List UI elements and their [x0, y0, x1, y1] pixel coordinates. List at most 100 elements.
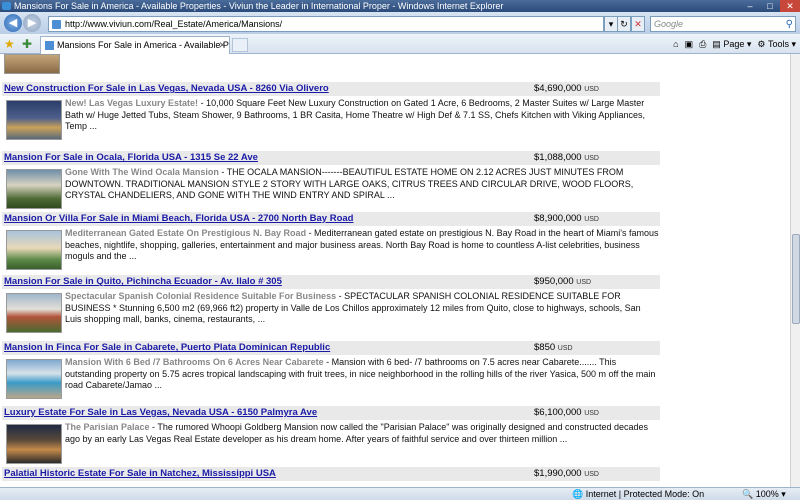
security-zone[interactable]: 🌐 Internet | Protected Mode: On: [572, 488, 704, 500]
listing-price: $1,088,000 USD: [534, 152, 599, 163]
price-value: $850: [534, 342, 556, 353]
vertical-scrollbar[interactable]: [790, 54, 800, 487]
listing-header: Mansion For Sale in Ocala, Florida USA -…: [2, 151, 660, 165]
search-input[interactable]: Google ⚲: [650, 16, 796, 32]
property-thumbnail[interactable]: [6, 230, 62, 270]
stop-button[interactable]: ✕: [631, 16, 645, 32]
zone-label: Internet | Protected Mode: On: [585, 489, 705, 499]
tab-bar: ★ ✚ Mansions For Sale in America - Avail…: [0, 34, 800, 54]
listing-description: Gone With The Wind Ocala Mansion - THE O…: [65, 167, 659, 202]
price-currency: USD: [584, 155, 599, 162]
price-value: $6,100,000: [534, 407, 582, 418]
price-currency: USD: [584, 86, 599, 93]
listing-item: Mansion In Finca For Sale in Cabarete, P…: [2, 341, 660, 407]
address-url: http://www.viviun.com/Real_Estate/Americ…: [65, 19, 283, 29]
listing-price: $850 USD: [534, 342, 573, 353]
listing-subtitle: Mediterranean Gated Estate On Prestigiou…: [65, 228, 307, 238]
price-currency: USD: [557, 345, 573, 352]
price-value: $1,088,000: [534, 152, 582, 163]
address-bar[interactable]: http://www.viviun.com/Real_Estate/Americ…: [48, 16, 604, 32]
tab-mansions[interactable]: Mansions For Sale in America - Available…: [40, 36, 230, 54]
price-currency: USD: [584, 471, 599, 478]
page-icon: [52, 20, 61, 29]
close-window-button[interactable]: ✕: [780, 0, 800, 12]
window-title-bar: Mansions For Sale in America - Available…: [0, 0, 800, 12]
listing-item: Palatial Historic Estate For Sale in Nat…: [2, 467, 660, 481]
listing-subtitle: Mansion With 6 Bed /7 Bathrooms On 6 Acr…: [65, 357, 324, 367]
property-thumbnail[interactable]: [6, 359, 62, 399]
zoom-control[interactable]: 🔍 100% ▾: [742, 488, 786, 500]
ie-app-icon: [2, 2, 11, 10]
listing-subtitle: Gone With The Wind Ocala Mansion: [65, 167, 219, 177]
page-menu[interactable]: ▤ Page ▾: [712, 37, 751, 51]
partial-property-thumbnail[interactable]: [4, 54, 60, 74]
tab-page-icon: [45, 41, 54, 50]
minimize-button[interactable]: –: [740, 0, 760, 12]
property-thumbnail[interactable]: [6, 293, 62, 333]
listing-title-link[interactable]: Mansion For Sale in Quito, Pichincha Ecu…: [4, 276, 282, 287]
print-icon[interactable]: ⎙: [699, 37, 706, 51]
listing-title-link[interactable]: Palatial Historic Estate For Sale in Nat…: [4, 468, 276, 479]
listing-price: $1,990,000 USD: [534, 468, 599, 479]
address-dropdown-button[interactable]: ▾: [604, 16, 618, 32]
forward-button[interactable]: ▶: [23, 14, 41, 32]
property-thumbnail[interactable]: [6, 169, 62, 209]
back-button[interactable]: ◀: [4, 14, 22, 32]
listing-title-link[interactable]: Luxury Estate For Sale in Las Vegas, Nev…: [4, 407, 317, 418]
listing-item: Mansion For Sale in Ocala, Florida USA -…: [2, 151, 660, 217]
listing-text: - The rumored Whoopi Goldberg Mansion no…: [65, 422, 649, 444]
listing-subtitle: New! Las Vegas Luxury Estate!: [65, 98, 199, 108]
page-content: New Construction For Sale in Las Vegas, …: [0, 54, 790, 487]
window-title: Mansions For Sale in America - Available…: [14, 1, 504, 11]
search-placeholder: Google: [654, 19, 684, 29]
tab-close-icon[interactable]: ✕: [218, 37, 226, 53]
price-value: $4,690,000: [534, 83, 582, 94]
price-value: $1,990,000: [534, 468, 582, 479]
navigation-bar: ◀ ▶ http://www.viviun.com/Real_Estate/Am…: [0, 12, 800, 34]
listing-header: New Construction For Sale in Las Vegas, …: [2, 82, 660, 96]
command-bar: ⌂ ▣ ⎙ ▤ Page ▾ ⚙ Tools ▾: [673, 37, 796, 51]
property-thumbnail[interactable]: [6, 100, 62, 140]
listing-subtitle: The Parisian Palace: [65, 422, 150, 432]
listing-price: $4,690,000 USD: [534, 83, 599, 94]
price-currency: USD: [584, 410, 599, 417]
listing-header: Luxury Estate For Sale in Las Vegas, Nev…: [2, 406, 660, 420]
listing-header: Mansion Or Villa For Sale in Miami Beach…: [2, 212, 660, 226]
home-icon[interactable]: ⌂: [673, 37, 678, 51]
listing-header: Mansion In Finca For Sale in Cabarete, P…: [2, 341, 660, 355]
listing-title-link[interactable]: New Construction For Sale in Las Vegas, …: [4, 83, 329, 94]
refresh-button[interactable]: ↻: [617, 16, 631, 32]
property-thumbnail[interactable]: [6, 424, 62, 464]
scrollbar-thumb[interactable]: [792, 234, 800, 324]
price-currency: USD: [576, 279, 592, 286]
listing-item: Luxury Estate For Sale in Las Vegas, Nev…: [2, 406, 660, 472]
status-bar: 🌐 Internet | Protected Mode: On 🔍 100% ▾: [0, 487, 800, 500]
listing-title-link[interactable]: Mansion Or Villa For Sale in Miami Beach…: [4, 213, 353, 224]
search-icon[interactable]: ⚲: [786, 18, 793, 32]
listing-description: Spectacular Spanish Colonial Residence S…: [65, 291, 659, 326]
maximize-button[interactable]: □: [760, 0, 780, 12]
add-favorites-icon[interactable]: ✚: [22, 37, 32, 51]
listing-title-link[interactable]: Mansion In Finca For Sale in Cabarete, P…: [4, 342, 330, 353]
listing-header: Palatial Historic Estate For Sale in Nat…: [2, 467, 660, 481]
zoom-level: 100%: [755, 489, 779, 499]
price-value: $950,000: [534, 276, 574, 287]
price-value: $8,900,000: [534, 213, 582, 224]
favorites-star-icon[interactable]: ★: [4, 37, 15, 51]
listing-description: New! Las Vegas Luxury Estate! - 10,000 S…: [65, 98, 659, 133]
listing-description: Mediterranean Gated Estate On Prestigiou…: [65, 228, 659, 263]
listing-header: Mansion For Sale in Quito, Pichincha Ecu…: [2, 275, 660, 289]
listing-price: $950,000 USD: [534, 276, 591, 287]
listing-description: The Parisian Palace - The rumored Whoopi…: [65, 422, 659, 445]
listing-subtitle: Spectacular Spanish Colonial Residence S…: [65, 291, 337, 301]
page-menu-label: Page: [723, 39, 745, 49]
listing-item: New Construction For Sale in Las Vegas, …: [2, 82, 660, 148]
listing-title-link[interactable]: Mansion For Sale in Ocala, Florida USA -…: [4, 152, 258, 163]
new-tab-button[interactable]: [232, 38, 248, 52]
price-currency: USD: [584, 216, 599, 223]
tools-menu[interactable]: ⚙ Tools ▾: [757, 37, 796, 51]
feeds-icon[interactable]: ▣: [685, 37, 694, 51]
listing-item: Mansion For Sale in Quito, Pichincha Ecu…: [2, 275, 660, 341]
listing-price: $6,100,000 USD: [534, 407, 599, 418]
listing-description: Mansion With 6 Bed /7 Bathrooms On 6 Acr…: [65, 357, 659, 392]
